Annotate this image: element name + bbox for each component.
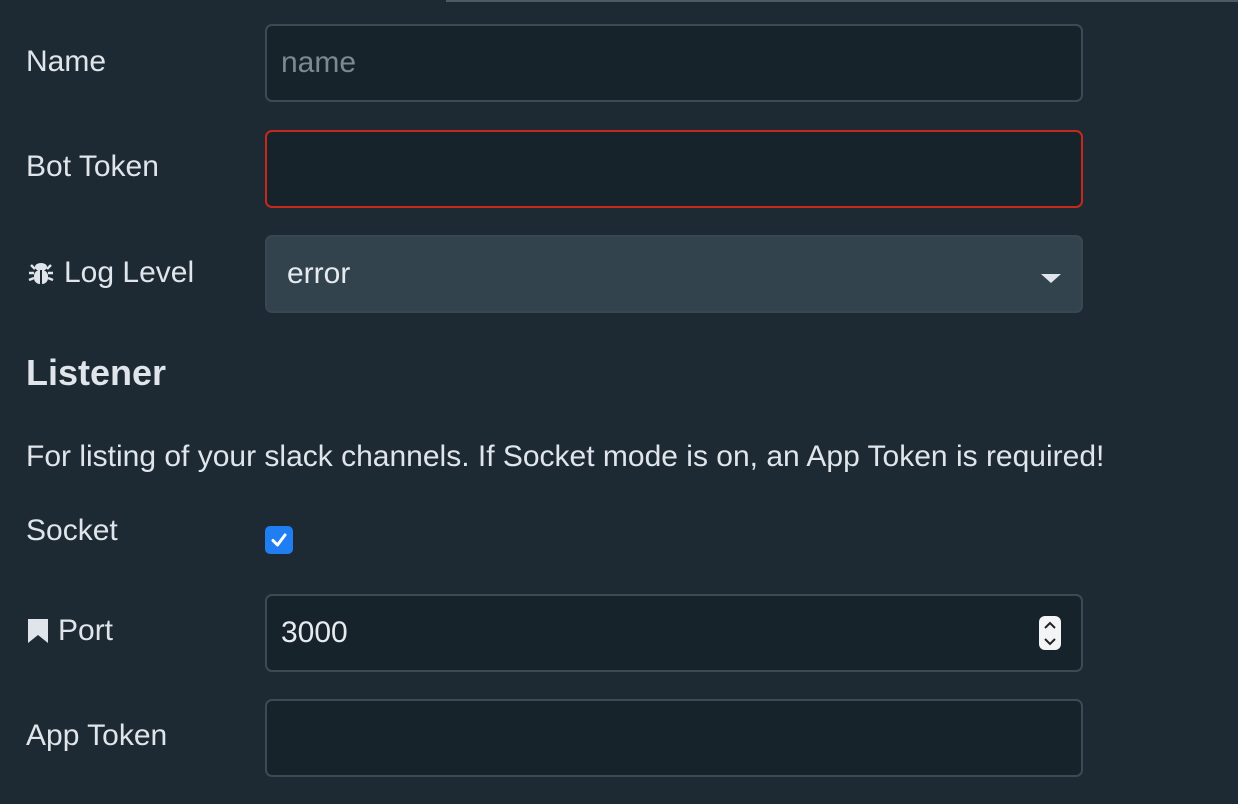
port-label-text: Port bbox=[58, 614, 114, 647]
port-value: 3000 bbox=[281, 616, 348, 649]
chevron-up-icon[interactable] bbox=[1043, 621, 1057, 629]
config-panel: Name Bot Token Log Level error Listen bbox=[0, 0, 1238, 804]
listener-heading: Listener bbox=[26, 352, 167, 393]
log-level-value: error bbox=[287, 257, 351, 290]
name-label: Name bbox=[26, 44, 106, 80]
log-level-label-text: Log Level bbox=[64, 256, 195, 289]
name-label-text: Name bbox=[26, 45, 107, 78]
chevron-down-small-icon[interactable] bbox=[1043, 637, 1057, 646]
name-input[interactable] bbox=[265, 24, 1083, 102]
chevron-down-icon bbox=[1041, 274, 1061, 283]
bot-token-label: Bot Token bbox=[26, 149, 159, 185]
top-divider bbox=[446, 0, 1238, 2]
checkmark-icon bbox=[271, 533, 287, 547]
listener-description: For listing of your slack channels. If S… bbox=[26, 440, 1105, 473]
port-label: Port bbox=[26, 613, 113, 649]
bookmark-icon bbox=[26, 617, 50, 645]
bot-token-label-text: Bot Token bbox=[26, 150, 159, 183]
app-token-label: App Token bbox=[26, 718, 167, 754]
socket-checkbox[interactable] bbox=[265, 526, 293, 554]
socket-label-text: Socket bbox=[26, 514, 118, 547]
app-token-input[interactable] bbox=[265, 699, 1083, 777]
bot-token-input[interactable] bbox=[265, 130, 1083, 208]
port-input[interactable]: 3000 bbox=[265, 594, 1083, 672]
number-spinner[interactable] bbox=[1039, 616, 1061, 650]
log-level-select[interactable]: error bbox=[265, 235, 1083, 313]
bug-icon bbox=[26, 258, 56, 288]
socket-label: Socket bbox=[26, 513, 118, 549]
app-token-label-text: App Token bbox=[26, 719, 168, 752]
log-level-label: Log Level bbox=[26, 255, 194, 291]
